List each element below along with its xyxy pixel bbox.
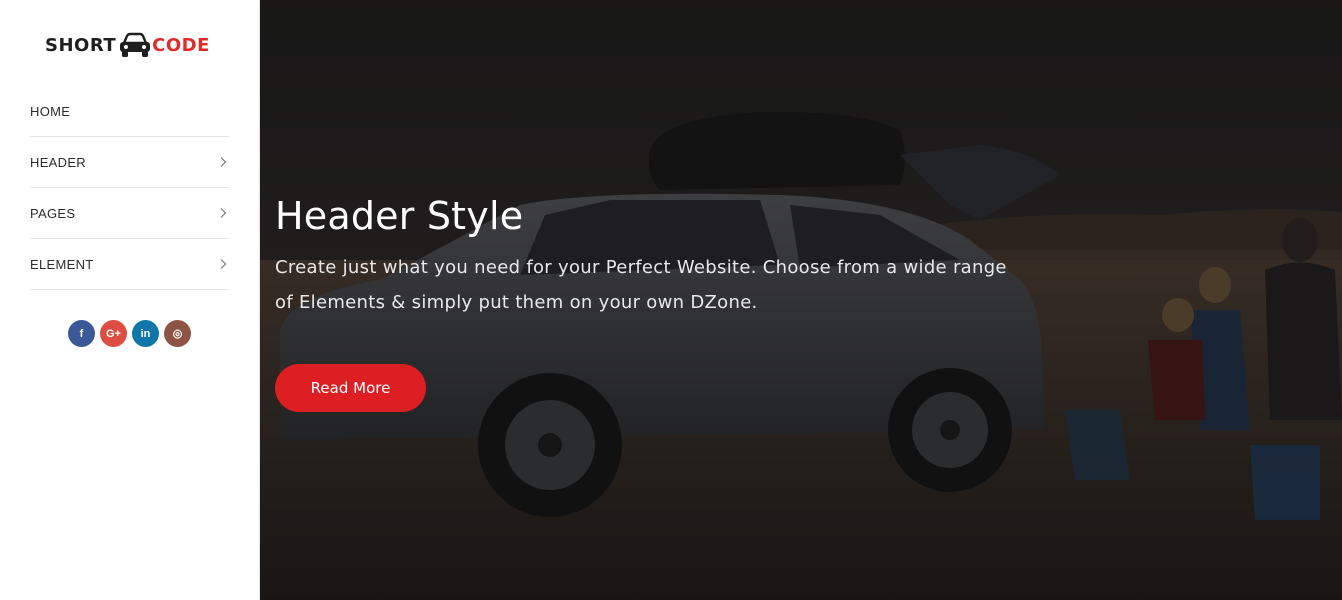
- instagram-icon[interactable]: ◎: [164, 320, 191, 347]
- sidebar: SHORT CODE HOME HEADER PAGES ELEMENT f G…: [0, 0, 260, 600]
- brand-right-text: CODE: [152, 34, 210, 56]
- nav-item-label: HEADER: [30, 154, 86, 170]
- read-more-button[interactable]: Read More: [275, 364, 426, 412]
- nav-item-pages[interactable]: PAGES: [30, 188, 229, 239]
- car-icon: [120, 32, 151, 57]
- chevron-right-icon: [220, 157, 227, 167]
- nav-item-home[interactable]: HOME: [30, 86, 229, 137]
- brand-left-text: SHORT: [45, 34, 117, 56]
- sidebar-nav: HOME HEADER PAGES ELEMENT: [30, 86, 229, 290]
- nav-item-header[interactable]: HEADER: [30, 137, 229, 188]
- facebook-icon[interactable]: f: [68, 320, 95, 347]
- social-links: f G+ in ◎: [68, 320, 191, 347]
- nav-item-label: HOME: [30, 103, 71, 119]
- hero-description: Create just what you need for your Perfe…: [275, 257, 1007, 313]
- chevron-right-icon: [220, 259, 227, 269]
- google-plus-icon[interactable]: G+: [100, 320, 127, 347]
- brand-logo[interactable]: SHORT CODE: [45, 30, 210, 60]
- chevron-right-icon: [220, 208, 227, 218]
- hero-title: Header Style: [275, 194, 524, 238]
- linkedin-icon[interactable]: in: [132, 320, 159, 347]
- nav-item-label: ELEMENT: [30, 256, 94, 272]
- hero-banner: Header Style Create just what you need f…: [260, 0, 1342, 600]
- nav-item-label: PAGES: [30, 205, 76, 221]
- nav-item-element[interactable]: ELEMENT: [30, 239, 229, 290]
